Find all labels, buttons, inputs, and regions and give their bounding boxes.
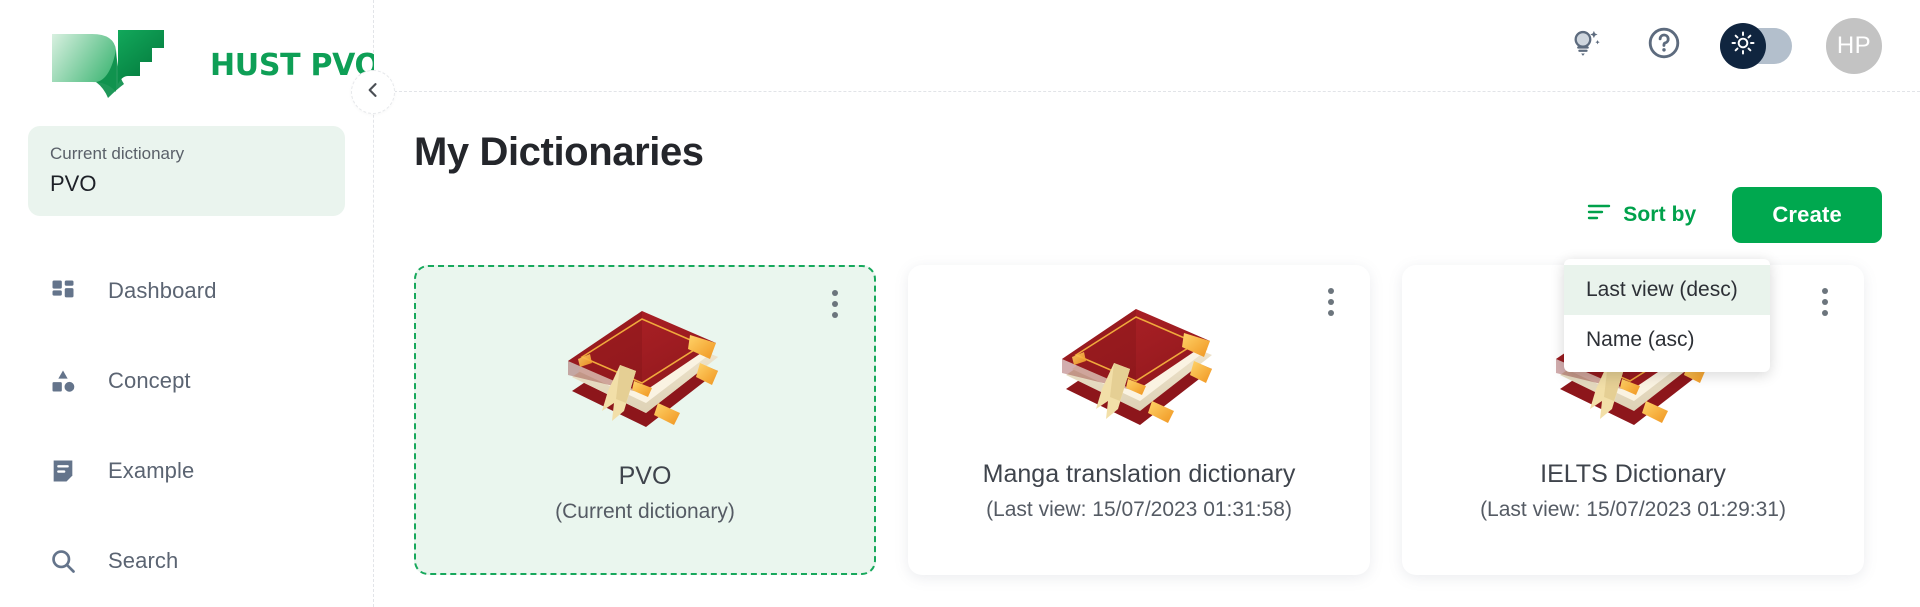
sort-lines-icon: [1587, 202, 1611, 228]
page-title: My Dictionaries: [414, 130, 704, 174]
avatar-initials: HP: [1836, 31, 1872, 59]
sidebar-item-dashboard[interactable]: Dashboard: [0, 246, 373, 336]
help-question-icon: [1646, 25, 1682, 66]
note-icon: [48, 456, 78, 486]
sidebar-collapse-button[interactable]: [351, 70, 395, 114]
shapes-icon: [48, 366, 78, 396]
lightbulb-idea-icon: [1569, 26, 1603, 65]
more-vertical-icon[interactable]: [1318, 285, 1344, 319]
chevron-left-icon: [363, 80, 383, 105]
closed-book-icon: [1044, 297, 1234, 447]
sidebar-item-label: Dashboard: [108, 278, 217, 304]
sort-option-name[interactable]: Name (asc): [1564, 315, 1770, 365]
create-button[interactable]: Create: [1732, 187, 1882, 243]
brand-logo[interactable]: HUST PVO: [0, 0, 380, 108]
dictionary-card-title: PVO: [618, 462, 672, 490]
sort-option-last-view[interactable]: Last view (desc): [1564, 265, 1770, 316]
sidebar-item-label: Example: [108, 458, 195, 484]
avatar[interactable]: HP: [1826, 17, 1882, 74]
dictionary-card-subtitle: (Last view: 15/07/2023 01:31:58): [986, 498, 1292, 522]
sidebar-item-concept[interactable]: Concept: [0, 336, 373, 426]
sidebar-item-label: Concept: [108, 368, 191, 394]
app-root: HUST PVO Current dictionary PVO Dashboar…: [0, 0, 1920, 607]
brand-name: HUST PVO: [210, 47, 380, 83]
dictionary-card-subtitle: (Last view: 15/07/2023 01:29:31): [1480, 498, 1786, 522]
dashboard-grid-icon: [48, 276, 78, 306]
current-dictionary-value: PVO: [50, 171, 97, 197]
sidebar-nav: Dashboard Concept Example Search: [0, 246, 373, 606]
sort-dropdown-menu: Last view (desc) Name (asc): [1564, 259, 1770, 372]
more-vertical-icon[interactable]: [1812, 285, 1838, 319]
toolbar: Sort by Create Last view (desc) Name (as…: [414, 187, 1882, 372]
content-area: My Dictionaries Sort by Create Last view: [374, 92, 1920, 575]
current-dictionary-box[interactable]: Current dictionary PVO: [28, 126, 345, 217]
theme-toggle[interactable]: [1720, 22, 1792, 69]
dictionary-card-subtitle: (Current dictionary): [555, 500, 735, 524]
sidebar-item-example[interactable]: Example: [0, 426, 373, 516]
dictionary-card[interactable]: Manga translation dictionary (Last view:…: [908, 265, 1370, 575]
more-vertical-icon[interactable]: [822, 287, 848, 321]
sun-icon: [1730, 30, 1756, 61]
dictionary-card-title: Manga translation dictionary: [982, 460, 1296, 488]
sidebar-item-search[interactable]: Search: [0, 516, 373, 606]
open-book-logo-icon: [48, 28, 196, 102]
closed-book-icon: [550, 299, 740, 449]
sidebar: HUST PVO Current dictionary PVO Dashboar…: [0, 0, 395, 607]
sort-by-button[interactable]: Sort by: [1587, 202, 1696, 228]
dictionary-card[interactable]: PVO (Current dictionary): [414, 265, 876, 575]
help-question-icon-button[interactable]: [1642, 24, 1686, 68]
lightbulb-idea-icon-button[interactable]: [1564, 24, 1608, 68]
current-dictionary-label: Current dictionary: [50, 144, 185, 163]
theme-toggle-knob: [1720, 22, 1766, 69]
dictionary-card-title: IELTS Dictionary: [1540, 460, 1726, 488]
sort-by-label: Sort by: [1623, 203, 1697, 226]
search-icon: [48, 546, 78, 576]
top-header: HP: [374, 0, 1920, 92]
sidebar-item-label: Search: [108, 548, 179, 574]
main-area: HP My Dictionaries Sort by Create Last v…: [374, 0, 1920, 607]
